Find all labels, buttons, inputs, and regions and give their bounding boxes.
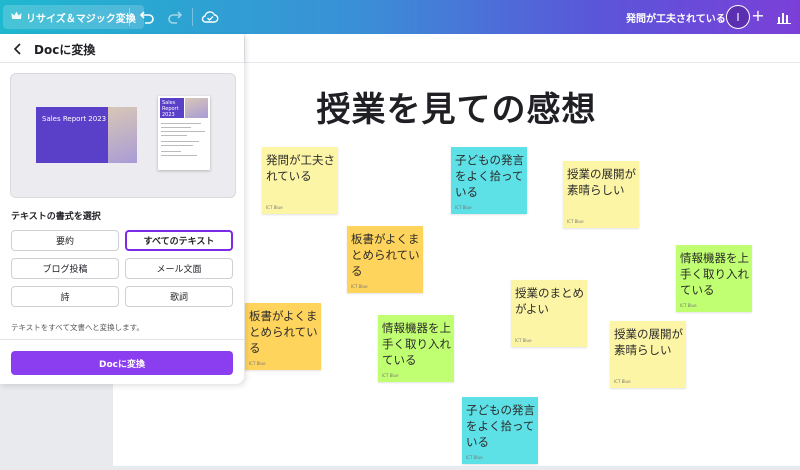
sticky-note[interactable]: 授業のまとめがよい ICT Blue	[511, 280, 587, 347]
sticky-note-text: 発問が工夫されている	[266, 153, 335, 183]
convert-to-doc-panel: Docに変換 Sales Report 2023 Sales Report 20…	[0, 34, 244, 384]
document-title[interactable]: 発問が工夫されている	[626, 10, 726, 25]
sticky-note-author: ICT Blue	[614, 379, 631, 384]
sticky-note-author: ICT Blue	[351, 284, 368, 289]
preview-doc-thumbnail: Sales Report 2023	[158, 96, 210, 170]
sticky-note-text: 板書がよくまとめられている	[351, 232, 420, 278]
convert-to-doc-button[interactable]: Docに変換	[11, 351, 233, 375]
sticky-note[interactable]: 情報機器を上手く取り入れている ICT Blue	[378, 315, 454, 382]
option-summary[interactable]: 要約	[11, 230, 119, 251]
preview-slide-title: Sales Report 2023	[42, 115, 107, 123]
preview-doc-line	[161, 127, 191, 128]
sticky-note-author: ICT Blue	[382, 373, 399, 378]
sticky-note[interactable]: 子どもの発言をよく拾っている ICT Blue	[451, 147, 527, 214]
sticky-note[interactable]: 情報機器を上手く取り入れている ICT Blue	[676, 245, 752, 312]
sticky-note-text: 子どもの発言をよく拾っている	[455, 153, 524, 199]
toolbar-divider	[192, 8, 193, 26]
sticky-note-author: ICT Blue	[680, 303, 697, 308]
preview-doc-line	[161, 131, 205, 132]
sticky-note[interactable]: 子どもの発言をよく拾っている ICT Blue	[462, 397, 538, 464]
sticky-note[interactable]: 板書がよくまとめられている ICT Blue	[245, 303, 321, 370]
insights-chart-icon[interactable]	[777, 9, 791, 28]
cloud-save-icon[interactable]	[201, 8, 219, 26]
preview-doc-line	[161, 135, 187, 136]
preview-doc-image	[185, 98, 208, 118]
sticky-note-author: ICT Blue	[567, 219, 584, 224]
preview-doc-line	[161, 141, 199, 142]
sticky-note-author: ICT Blue	[266, 205, 283, 210]
sticky-note[interactable]: 発問が工夫されている ICT Blue	[262, 147, 338, 214]
preview-doc-line	[161, 151, 181, 152]
preview-doc-line	[161, 145, 193, 146]
preview-doc-line	[161, 155, 197, 156]
option-all-text[interactable]: すべてのテキスト	[125, 230, 233, 251]
sticky-note-text: 授業の展開が素晴らしい	[614, 327, 683, 357]
sticky-note-author: ICT Blue	[455, 205, 472, 210]
panel-title: Docに変換	[34, 43, 96, 57]
resize-magic-button[interactable]: リサイズ＆マジック変換	[3, 5, 144, 29]
sticky-note-text: 板書がよくまとめられている	[249, 309, 318, 355]
resize-magic-label: リサイズ＆マジック変換	[26, 13, 136, 25]
back-arrow-icon[interactable]	[12, 41, 24, 60]
panel-header: Docに変換	[0, 34, 244, 63]
redo-icon[interactable]	[166, 8, 184, 26]
canvas-header-strip	[245, 34, 800, 62]
preview-slide-thumbnail: Sales Report 2023	[36, 107, 137, 163]
crown-icon	[11, 11, 22, 23]
avatar[interactable]: I	[726, 5, 750, 29]
format-label: テキストの書式を選択	[11, 212, 101, 222]
sticky-note-text: 子どもの発言をよく拾っている	[466, 403, 535, 449]
sticky-note-text: 授業の展開が素晴らしい	[567, 167, 636, 197]
panel-divider	[0, 339, 244, 340]
sticky-note[interactable]: 授業の展開が素晴らしい ICT Blue	[563, 161, 639, 228]
option-poem[interactable]: 詩	[11, 286, 119, 307]
option-lyrics[interactable]: 歌詞	[125, 286, 233, 307]
sticky-note[interactable]: 授業の展開が素晴らしい ICT Blue	[610, 321, 686, 388]
top-toolbar: リサイズ＆マジック変換 発問が工夫されている I +	[0, 0, 800, 34]
sticky-note-author: ICT Blue	[515, 338, 532, 343]
option-blog-post[interactable]: ブログ投稿	[11, 258, 119, 279]
option-email[interactable]: メール文面	[125, 258, 233, 279]
sticky-note-text: 情報機器を上手く取り入れている	[382, 321, 451, 367]
undo-icon[interactable]	[138, 8, 156, 26]
preview-doc-line	[161, 123, 201, 124]
option-description: テキストをすべて文書へと変換します。	[11, 323, 144, 332]
sticky-note[interactable]: 板書がよくまとめられている ICT Blue	[347, 226, 423, 293]
conversion-preview: Sales Report 2023 Sales Report 2023	[10, 73, 236, 198]
add-collaborator-button[interactable]: +	[751, 6, 765, 26]
sticky-note-author: ICT Blue	[466, 455, 483, 460]
preview-doc-title: Sales Report 2023	[160, 98, 184, 118]
preview-slide-image	[108, 107, 137, 163]
sticky-note-text: 情報機器を上手く取り入れている	[680, 251, 749, 297]
toolbar-divider	[129, 8, 130, 26]
sticky-note-author: ICT Blue	[249, 361, 266, 366]
sticky-note-text: 授業のまとめがよい	[515, 286, 584, 316]
